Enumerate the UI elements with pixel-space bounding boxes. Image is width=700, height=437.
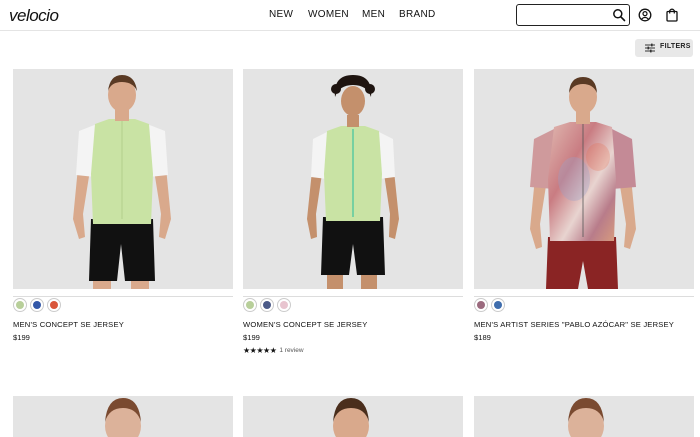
color-swatch[interactable] [243,298,257,312]
color-swatch[interactable] [47,298,61,312]
account-icon[interactable] [638,8,652,22]
color-swatch[interactable] [474,298,488,312]
product-image[interactable] [474,69,694,289]
model-figure [568,398,604,437]
product-card[interactable]: MEN'S CONCEPT SE JERSEY $199 [13,69,233,342]
nav-item-men[interactable]: MEN [362,9,385,20]
nav-item-brand[interactable]: BRAND [399,9,436,20]
search-input[interactable] [521,5,615,25]
color-swatches [243,298,463,313]
logo-text: velocio [9,6,58,25]
star-rating-icon: ★★★★★ [243,346,277,355]
velocio-logo[interactable]: velocio [9,4,63,26]
product-image[interactable] [13,69,233,289]
divider [243,296,463,297]
color-swatch[interactable] [260,298,274,312]
product-price: $199 [13,333,30,342]
nav-item-new[interactable]: NEW [269,9,293,20]
color-swatch[interactable] [13,298,27,312]
color-swatches [13,298,233,313]
product-card[interactable]: WOMEN'S CONCEPT SE JERSEY $199 ★★★★★ 1 r… [243,69,463,355]
model-figure [243,69,463,289]
product-image[interactable] [474,396,694,437]
product-image[interactable] [243,396,463,437]
color-swatches [474,298,694,313]
filters-label: FILTERS [660,43,691,50]
product-rating[interactable]: ★★★★★ 1 review [243,346,463,355]
color-swatch[interactable] [491,298,505,312]
color-swatch[interactable] [30,298,44,312]
divider [474,296,694,297]
model-figure [13,69,233,289]
site-header: velocio NEW WOMEN MEN BRAND [0,0,700,31]
search-icon[interactable] [612,8,626,22]
product-image[interactable] [243,69,463,289]
product-name[interactable]: WOMEN'S CONCEPT SE JERSEY [243,320,463,329]
sliders-icon [645,43,655,53]
filters-button[interactable]: FILTERS [635,39,693,57]
model-figure [333,398,369,437]
color-swatch[interactable] [277,298,291,312]
product-card[interactable]: MEN'S ARTIST SERIES "PABLO AZÓCAR" SE JE… [474,69,694,342]
model-figure [474,69,694,289]
nav-item-women[interactable]: WOMEN [308,9,349,20]
product-name[interactable]: MEN'S CONCEPT SE JERSEY [13,320,233,329]
search-box [516,4,630,26]
product-image[interactable] [13,396,233,437]
shopping-bag-icon[interactable] [665,7,679,22]
product-price: $199 [243,333,260,342]
product-name[interactable]: MEN'S ARTIST SERIES "PABLO AZÓCAR" SE JE… [474,320,694,329]
review-count[interactable]: 1 review [279,347,303,354]
product-price: $189 [474,333,491,342]
model-figure [105,398,141,437]
divider [13,296,233,297]
